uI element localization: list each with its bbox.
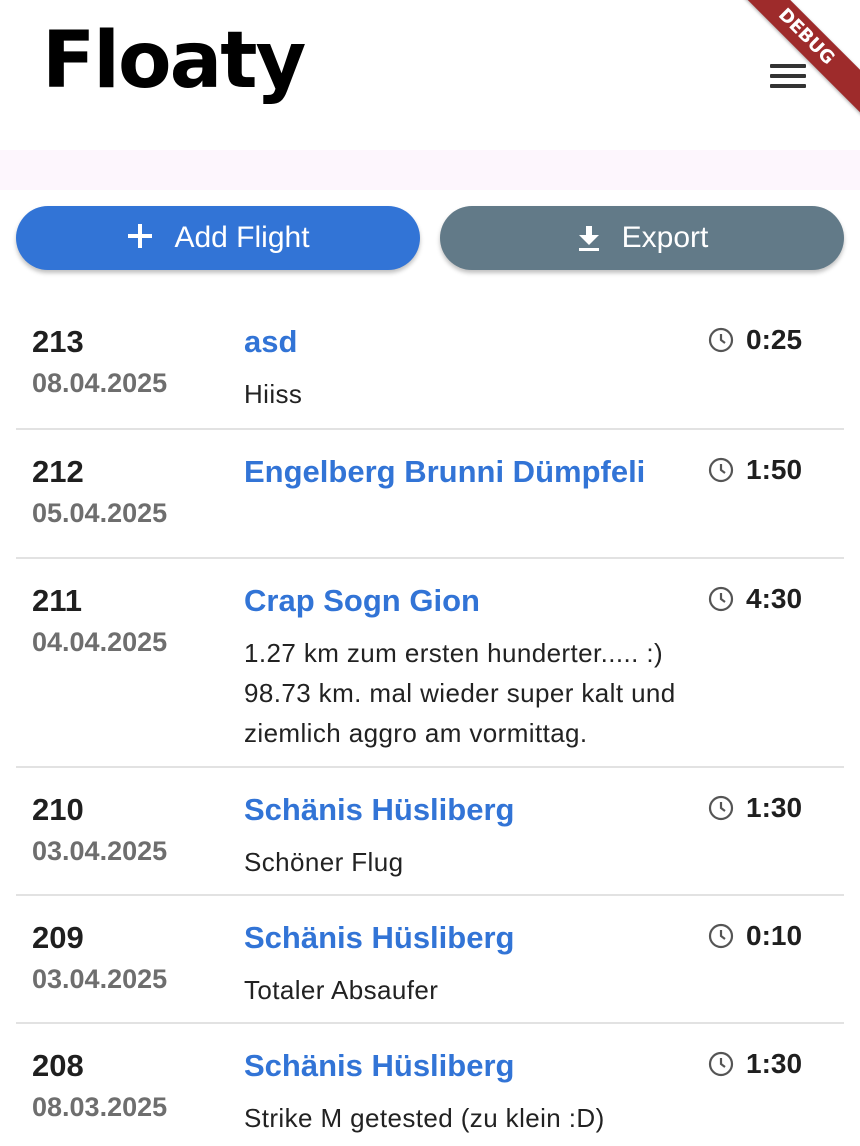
flight-duration-text: 0:25 xyxy=(746,324,803,355)
app-logo: Floaty xyxy=(42,16,306,106)
flight-duration: 1:30 xyxy=(708,792,802,824)
flight-number: 210 xyxy=(32,792,84,827)
flight-list-item[interactable]: 213 08.04.2025 asd Hiiss 0:25 xyxy=(16,300,844,430)
clock-icon xyxy=(708,923,734,949)
flight-duration-text: 4:30 xyxy=(746,583,803,614)
flight-description: Strike M getested (zu klein :D) xyxy=(244,1103,605,1133)
clock-icon xyxy=(708,795,734,821)
header-divider-band xyxy=(0,150,860,190)
flight-number: 213 xyxy=(32,324,84,359)
clock-icon xyxy=(708,586,734,612)
flight-title: Schänis Hüsliberg xyxy=(244,792,515,827)
app-header: Floaty DEBUG xyxy=(0,0,860,150)
flight-date: 08.04.2025 xyxy=(32,368,168,398)
flight-list-item[interactable]: 210 03.04.2025 Schänis Hüsliberg Schöner… xyxy=(16,768,844,896)
clock-icon xyxy=(708,457,734,483)
flight-description: Schöner Flug xyxy=(244,847,404,877)
flight-number: 211 xyxy=(32,583,83,618)
flight-list-item[interactable]: 211 04.04.2025 Crap Sogn Gion 1.27 km zu… xyxy=(16,559,844,768)
flight-list: 213 08.04.2025 asd Hiiss 0:25 212 05.04.… xyxy=(16,300,844,1146)
flight-date: 03.04.2025 xyxy=(32,964,168,994)
flight-duration-text: 1:30 xyxy=(746,1048,803,1079)
flight-title: Crap Sogn Gion xyxy=(244,583,480,618)
flight-title: Schänis Hüsliberg xyxy=(244,1048,515,1083)
download-icon xyxy=(576,224,602,252)
flight-title: asd xyxy=(244,324,298,359)
flight-list-item[interactable]: 212 05.04.2025 Engelberg Brunni Dümpfeli… xyxy=(16,430,844,559)
flight-duration-text: 1:50 xyxy=(746,454,803,485)
flight-duration: 1:30 xyxy=(708,1048,802,1080)
flight-list-item[interactable]: 208 08.03.2025 Schänis Hüsliberg Strike … xyxy=(16,1024,844,1146)
export-button[interactable]: Export xyxy=(440,206,844,270)
menu-line xyxy=(770,74,806,78)
clock-icon xyxy=(708,1051,734,1077)
flight-number: 209 xyxy=(32,920,84,955)
flight-title: Engelberg Brunni Dümpfeli xyxy=(244,454,646,489)
add-flight-label: Add Flight xyxy=(174,221,310,254)
add-flight-button[interactable]: Add Flight xyxy=(16,206,420,270)
plus-icon xyxy=(126,220,154,256)
flight-date: 03.04.2025 xyxy=(32,836,168,866)
flight-duration: 1:50 xyxy=(708,454,802,486)
flight-duration-text: 1:30 xyxy=(746,792,803,823)
flight-description: Totaler Absaufer xyxy=(244,975,439,1005)
menu-line xyxy=(770,84,806,88)
flight-duration-text: 0:10 xyxy=(746,920,803,951)
flight-number: 212 xyxy=(32,454,84,489)
export-label: Export xyxy=(621,221,709,254)
menu-line xyxy=(770,64,806,68)
flight-list-item[interactable]: 209 03.04.2025 Schänis Hüsliberg Totaler… xyxy=(16,896,844,1024)
clock-icon xyxy=(708,327,734,353)
flight-duration: 0:10 xyxy=(708,920,802,952)
flight-date: 08.03.2025 xyxy=(32,1092,168,1122)
hamburger-menu-icon[interactable] xyxy=(760,58,816,98)
flight-duration: 4:30 xyxy=(708,583,802,615)
flight-date: 04.04.2025 xyxy=(32,627,168,657)
app-screen: Floaty DEBUG Add Flight Export 213 08.04… xyxy=(0,0,860,1146)
flight-date: 05.04.2025 xyxy=(32,498,168,528)
flight-number: 208 xyxy=(32,1048,84,1083)
flight-description: Hiiss xyxy=(244,379,303,409)
flight-description: 1.27 km zum ersten hunderter..... :) 98.… xyxy=(244,638,676,748)
flight-duration: 0:25 xyxy=(708,324,802,356)
flight-title: Schänis Hüsliberg xyxy=(244,920,515,955)
